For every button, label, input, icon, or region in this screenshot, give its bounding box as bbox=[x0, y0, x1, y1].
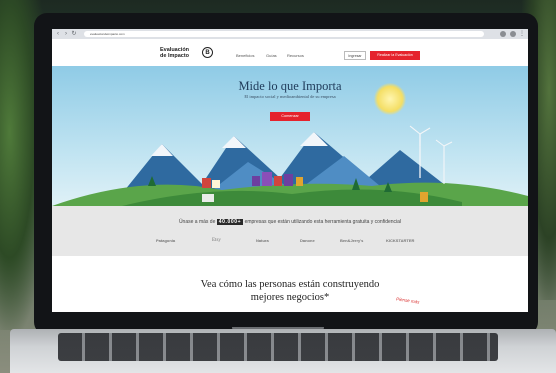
site-header: Evaluación de Impacto B Beneficios Guías… bbox=[52, 39, 528, 67]
testimonial-heading: Vea cómo las personas están construyendo… bbox=[162, 278, 418, 304]
house-icon bbox=[212, 180, 220, 188]
forward-icon[interactable]: › bbox=[63, 31, 69, 37]
nav-guias[interactable]: Guías bbox=[266, 53, 277, 58]
testimonial-heading-line-1: Vea cómo las personas están construyendo bbox=[200, 279, 380, 290]
menu-icon[interactable]: ⋮ bbox=[519, 31, 525, 37]
house-icon bbox=[262, 172, 272, 186]
snow-cap bbox=[151, 144, 173, 156]
nav-beneficios[interactable]: Beneficios bbox=[236, 53, 254, 58]
logo-line-2: de Impacto bbox=[160, 53, 190, 59]
house-icon bbox=[284, 174, 293, 186]
site-logo[interactable]: Evaluación de Impacto bbox=[160, 47, 198, 59]
company-count-badge: 40.000+ bbox=[216, 219, 244, 225]
partner-logo: Natura bbox=[256, 238, 269, 243]
address-bar[interactable]: evaluaciondeimpacto.com bbox=[84, 31, 484, 37]
trust-band: Únase a más de 40.000+ empresas que está… bbox=[52, 206, 528, 256]
start-evaluation-button[interactable]: Realizar la Evaluación bbox=[370, 51, 420, 60]
testimonial-heading-line-2: mejores negocios* bbox=[250, 292, 330, 303]
house-icon bbox=[420, 192, 428, 202]
house-icon bbox=[274, 176, 282, 186]
login-button[interactable]: Ingresar bbox=[344, 51, 366, 60]
partner-logo: KICKSTARTER bbox=[386, 238, 415, 243]
snow-cap bbox=[300, 132, 328, 146]
tent-icon bbox=[202, 194, 214, 202]
laptop-keyboard bbox=[58, 333, 498, 361]
snow-cap bbox=[222, 136, 246, 148]
laptop-screen: ‹ › ↻ evaluaciondeimpacto.com ⋮ Evaluaci… bbox=[52, 29, 528, 312]
partner-logo: Etsy bbox=[212, 238, 221, 243]
nav-recursos[interactable]: Recursos bbox=[287, 53, 304, 58]
reload-icon[interactable]: ↻ bbox=[71, 31, 77, 37]
back-icon[interactable]: ‹ bbox=[55, 31, 61, 37]
partner-logo: Danone bbox=[300, 238, 315, 243]
extension-icon[interactable] bbox=[500, 31, 506, 37]
landscape-illustration bbox=[52, 125, 528, 206]
partner-logo: Patagonia bbox=[156, 238, 176, 243]
house-icon bbox=[252, 176, 260, 186]
trust-text-before: Únase a más de bbox=[178, 219, 216, 225]
trust-text-after: empresas que están utilizando esta herra… bbox=[244, 219, 402, 225]
house-icon bbox=[202, 178, 211, 188]
b-corp-logo-icon: B bbox=[202, 47, 213, 58]
partner-logo: Ben&Jerry's bbox=[340, 238, 364, 243]
hero-section: Mide lo que Importa El impacto social y … bbox=[52, 66, 528, 206]
trust-statement: Únase a más de 40.000+ empresas que está… bbox=[52, 219, 528, 225]
house-icon bbox=[296, 177, 303, 186]
testimonial-section: Vea cómo las personas están construyendo… bbox=[52, 256, 528, 312]
profile-icon[interactable] bbox=[510, 31, 516, 37]
